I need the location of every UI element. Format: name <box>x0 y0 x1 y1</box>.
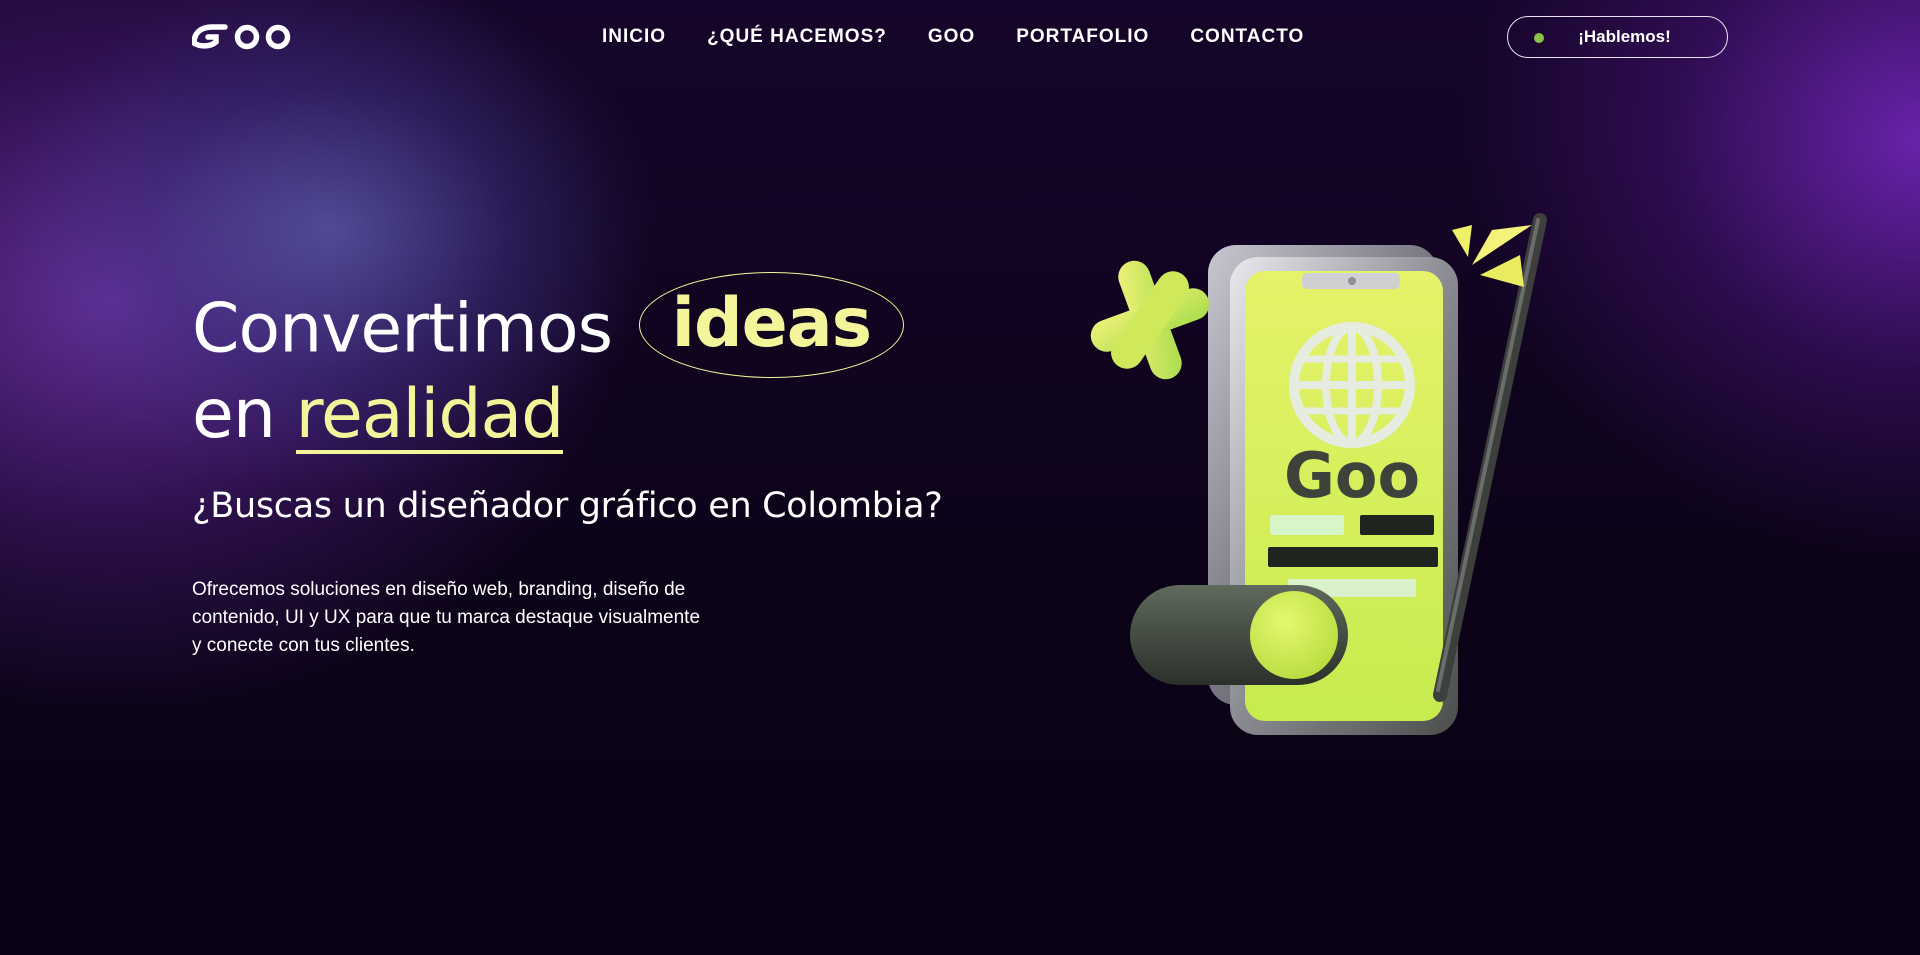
hero-title-part2: en <box>192 375 276 454</box>
hablemos-button[interactable]: ¡Hablemos! <box>1507 16 1728 58</box>
nav-portafolio[interactable]: PORTAFOLIO <box>1016 24 1149 50</box>
nav-contacto[interactable]: CONTACTO <box>1190 24 1304 50</box>
site-header: INICIO ¿QUÉ HACEMOS? GOO PORTAFOLIO CONT… <box>0 0 1920 74</box>
nav-que-hacemos[interactable]: ¿QUÉ HACEMOS? <box>707 24 887 50</box>
nav-goo[interactable]: GOO <box>928 24 975 50</box>
screen-goo-text: Goo <box>1284 439 1420 512</box>
phone-3d-illustration-icon: Goo <box>1090 213 1547 735</box>
hero-title-highlight: ideas <box>638 272 905 378</box>
hero-title: Convertimos ideas en realidad <box>192 272 905 454</box>
hero-title-line-1: Convertimos ideas <box>192 272 905 378</box>
nav-inicio[interactable]: INICIO <box>602 24 666 50</box>
hero-description: Ofrecemos soluciones en diseño web, bran… <box>192 579 701 656</box>
hero-title-part1: Convertimos <box>192 289 613 369</box>
goo-logo-icon[interactable] <box>192 22 293 50</box>
main-nav: INICIO ¿QUÉ HACEMOS? GOO PORTAFOLIO CONT… <box>602 24 1304 50</box>
hablemos-label: ¡Hablemos! <box>1578 27 1671 46</box>
hero-subheading: ¿Buscas un diseñador gráfico en Colombia… <box>192 486 943 526</box>
page-background <box>0 0 1920 955</box>
hero-title-underlined: realidad <box>295 375 564 454</box>
hero-title-line-2: en realidad <box>192 378 904 454</box>
